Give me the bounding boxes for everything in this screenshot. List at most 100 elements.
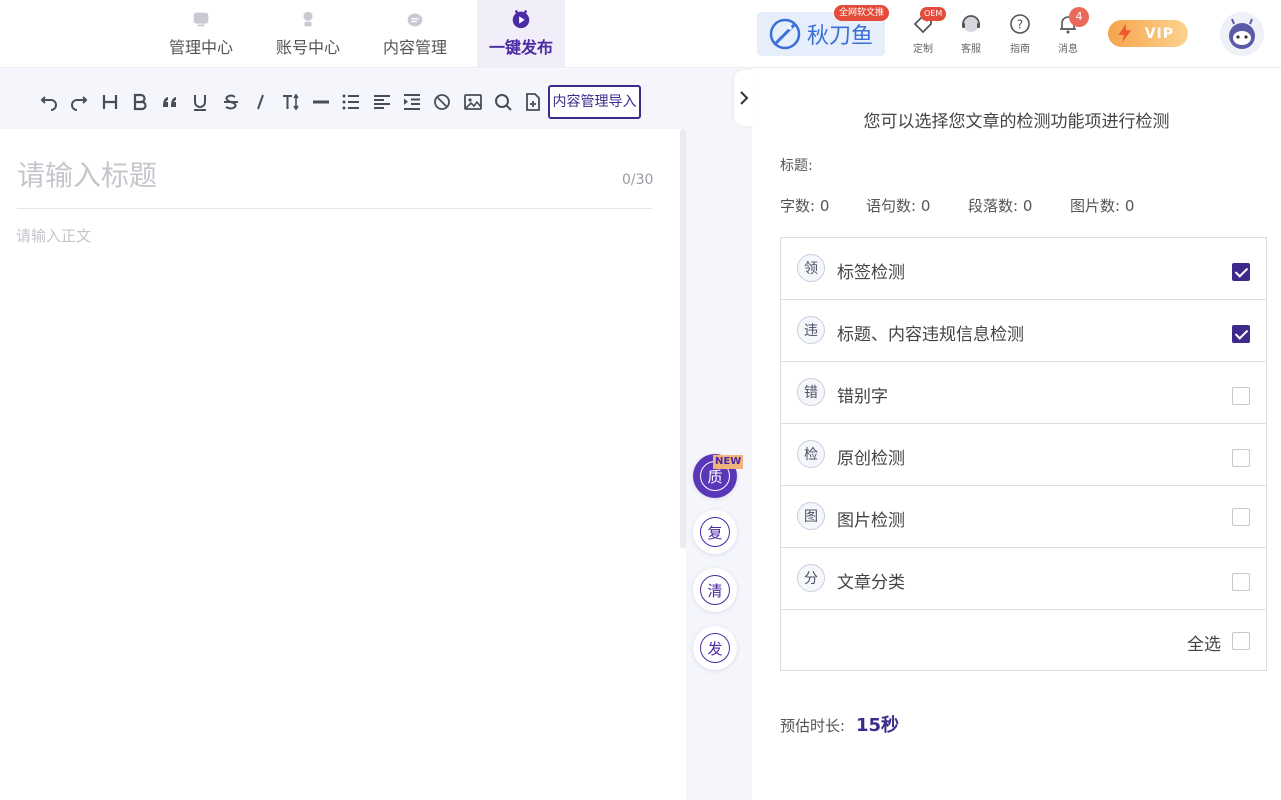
bold-icon[interactable]	[129, 91, 151, 113]
vip-button[interactable]: VIP	[1108, 20, 1188, 47]
help-icon: ?	[1010, 14, 1030, 34]
strikethrough-icon[interactable]	[220, 91, 242, 113]
clear-char: 清	[700, 575, 730, 605]
duplicate-char: 复	[700, 517, 730, 547]
estimated-duration-value: 15秒	[856, 715, 900, 736]
heading-icon[interactable]	[99, 91, 121, 113]
quote-icon[interactable]	[159, 91, 181, 113]
select-all-checkbox[interactable]	[1232, 632, 1250, 650]
checkbox[interactable]	[1232, 325, 1250, 343]
panel-heading: 您可以选择您文章的检测功能项进行检测	[863, 112, 1170, 132]
article-title-label: 标题:	[780, 158, 813, 174]
horizontal-rule-icon[interactable]	[310, 91, 332, 113]
check-row-tag-detection[interactable]: 领 标签检测	[781, 238, 1266, 300]
fish-logo-icon	[769, 18, 801, 50]
nav-tab-label: 账号中心	[275, 38, 340, 57]
stat-value: 0	[819, 197, 830, 215]
chevron-right-icon	[740, 91, 749, 105]
underline-icon[interactable]	[189, 91, 211, 113]
image-count-stat: 图片数: 0	[1070, 195, 1134, 216]
italic-icon[interactable]	[250, 91, 272, 113]
checkbox[interactable]	[1232, 508, 1250, 526]
checkbox[interactable]	[1232, 387, 1250, 405]
undo-icon[interactable]	[38, 91, 60, 113]
check-row-article-classification[interactable]: 分 文章分类	[781, 548, 1266, 610]
image-icon[interactable]	[462, 91, 484, 113]
lightning-icon	[1118, 23, 1132, 43]
checkbox[interactable]	[1232, 573, 1250, 591]
nav-tab-content-management[interactable]: 内容管理	[371, 0, 459, 68]
user-avatar[interactable]	[1220, 12, 1264, 56]
content-icon	[407, 13, 423, 27]
align-left-icon[interactable]	[371, 91, 393, 113]
stat-label: 语句数:	[866, 197, 917, 215]
detection-panel: 您可以选择您文章的检测功能项进行检测 标题: 字数: 0 语句数: 0 段落数:…	[752, 69, 1281, 800]
row-label: 标题、内容违规信息检测	[837, 325, 1024, 345]
guide-label: 指南	[1010, 44, 1030, 55]
publish-char: 发	[700, 633, 730, 663]
publish-icon	[512, 10, 530, 29]
paragraph-count-stat: 段落数: 0	[968, 195, 1032, 216]
headset-icon	[962, 15, 980, 32]
guide-button[interactable]: ? 指南	[1000, 12, 1040, 55]
row-label: 标签检测	[837, 263, 905, 283]
custom-label: 定制	[913, 44, 933, 55]
messages-count-badge: 4	[1069, 7, 1089, 27]
customer-service-button[interactable]: 客服	[951, 12, 991, 55]
insert-file-icon[interactable]	[522, 91, 544, 113]
row-icon: 错	[797, 378, 825, 406]
redo-icon[interactable]	[68, 91, 90, 113]
estimated-duration-label: 预估时长:	[780, 717, 846, 735]
checkbox[interactable]	[1232, 449, 1250, 467]
search-icon[interactable]	[492, 91, 514, 113]
row-label: 错别字	[837, 387, 888, 407]
clear-button[interactable]: 清	[693, 568, 737, 612]
collapse-panel-button[interactable]	[734, 70, 754, 126]
content-management-import-button[interactable]: 内容管理导入	[548, 85, 641, 119]
row-icon: 检	[797, 440, 825, 468]
word-count-stat: 字数: 0	[780, 195, 829, 216]
check-row-typo-detection[interactable]: 错 错别字	[781, 362, 1266, 424]
select-all-label: 全选	[1187, 635, 1221, 655]
detection-options-table: 领 标签检测 违 标题、内容违规信息检测 错 错别字 检 原创检测 图 图片检测…	[780, 237, 1267, 671]
font-size-icon[interactable]	[280, 91, 302, 113]
nav-tab-management-center[interactable]: 管理中心	[157, 0, 245, 68]
stat-label: 图片数:	[1070, 197, 1121, 215]
user-icon	[303, 11, 313, 27]
stat-value: 0	[920, 197, 931, 215]
nav-tab-label: 一键发布	[488, 38, 553, 57]
editor-toolbar: 内容管理导入	[0, 69, 752, 129]
vip-label: VIP	[1144, 25, 1174, 42]
checkbox[interactable]	[1232, 263, 1250, 281]
clear-format-icon[interactable]	[431, 91, 453, 113]
row-icon: 分	[797, 564, 825, 592]
messages-label: 消息	[1058, 44, 1078, 55]
top-navigation-bar: 管理中心 账号中心 内容管理 一键发布 秋刀鱼 全网软文推 定制 OEM 客服 …	[0, 0, 1281, 68]
editor-area: 0/30	[0, 129, 680, 800]
check-row-violation-detection[interactable]: 违 标题、内容违规信息检测	[781, 300, 1266, 362]
nav-tab-account-center[interactable]: 账号中心	[264, 0, 352, 68]
bullet-list-icon[interactable]	[340, 91, 362, 113]
title-divider	[17, 208, 652, 209]
oem-badge: OEM	[920, 7, 947, 21]
duplicate-check-button[interactable]: 复	[693, 510, 737, 554]
stat-label: 字数:	[780, 197, 816, 215]
row-label: 图片检测	[837, 511, 905, 531]
robot-avatar-icon	[1229, 18, 1255, 49]
indent-icon[interactable]	[401, 91, 423, 113]
row-icon: 违	[797, 316, 825, 344]
body-input[interactable]	[16, 225, 646, 725]
svg-text:?: ?	[1017, 18, 1023, 32]
nav-tab-one-click-publish[interactable]: 一键发布	[477, 0, 565, 68]
nav-tab-label: 内容管理	[382, 38, 447, 57]
title-input[interactable]	[17, 159, 577, 192]
nav-tab-label: 管理中心	[168, 38, 233, 57]
publish-button[interactable]: 发	[693, 626, 737, 670]
stat-value: 0	[1022, 197, 1033, 215]
check-row-image-detection[interactable]: 图 图片检测	[781, 486, 1266, 548]
title-char-count: 0/30	[622, 172, 654, 188]
row-icon: 领	[797, 254, 825, 282]
stat-value: 0	[1124, 197, 1135, 215]
check-row-originality-detection[interactable]: 检 原创检测	[781, 424, 1266, 486]
sentence-count-stat: 语句数: 0	[866, 195, 930, 216]
